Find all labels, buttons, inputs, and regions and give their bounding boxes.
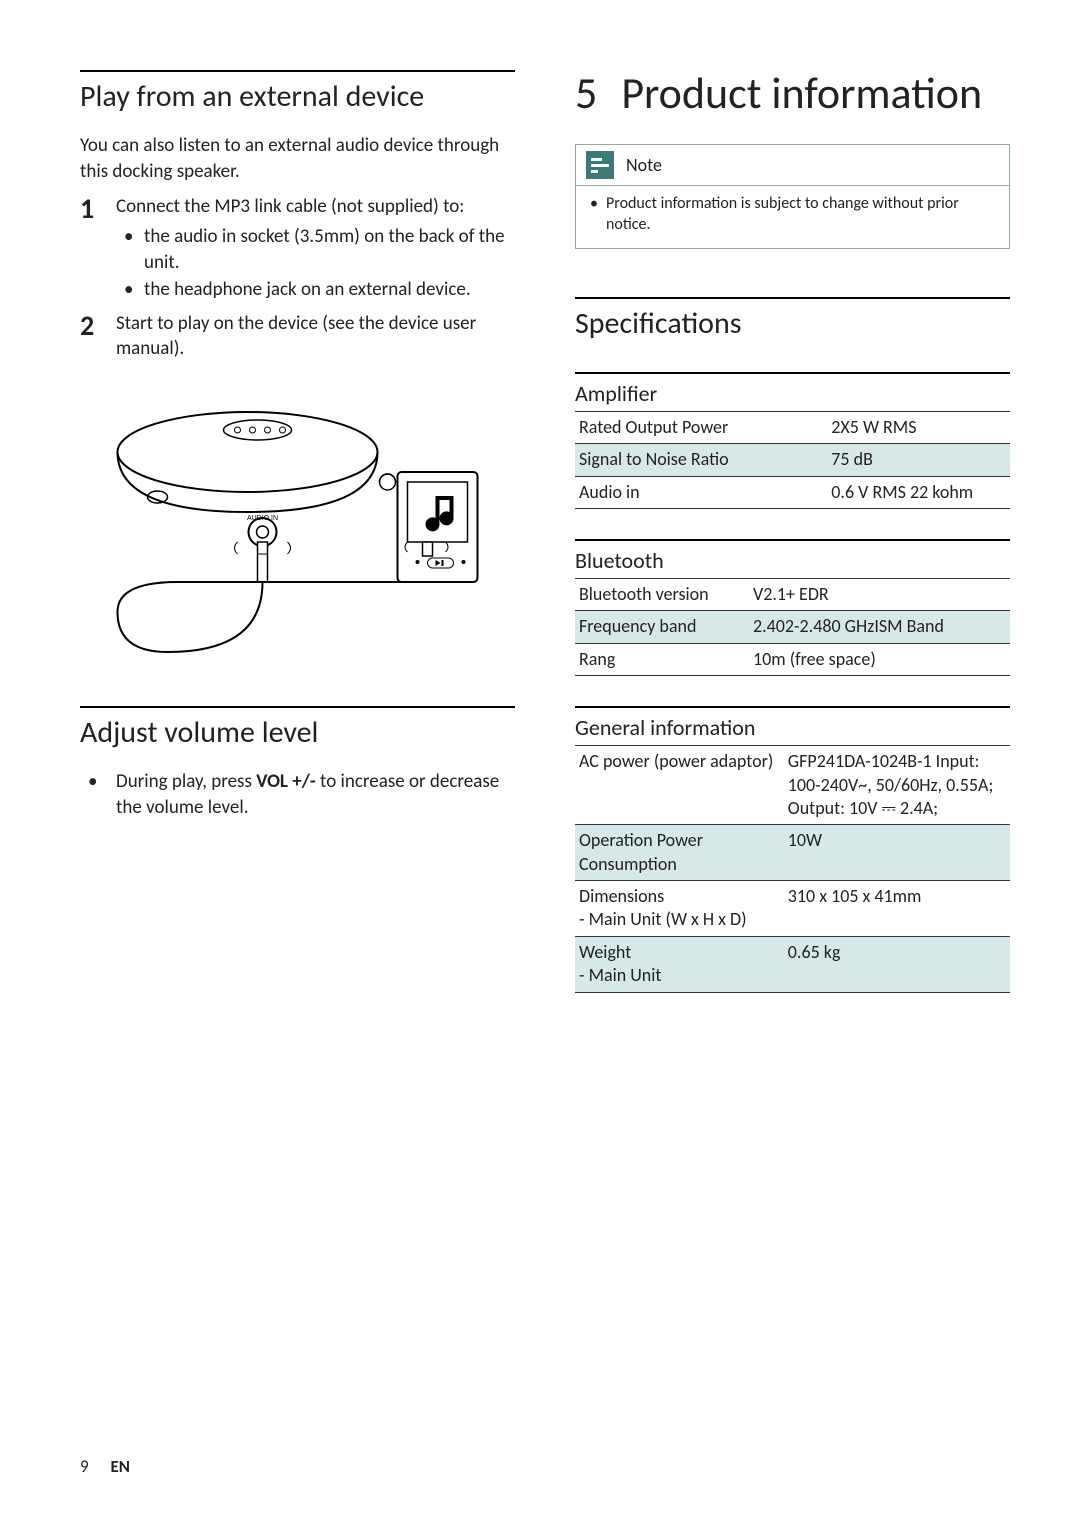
spec-group-title: General information	[575, 708, 1010, 745]
spec-label: Signal to Noise Ratio	[575, 444, 827, 476]
spec-value: 10m (free space)	[749, 643, 1010, 675]
note-title: Note	[626, 154, 662, 176]
spec-value: V2.1+ EDR	[749, 578, 1010, 610]
spec-table: Rated Output Power2X5 W RMSSignal to Noi…	[575, 411, 1010, 509]
vol-key-label: VOL +/-	[256, 770, 316, 793]
spec-label: Frequency band	[575, 611, 749, 643]
section-rule	[575, 297, 1010, 299]
spec-label: Dimensions - Main Unit (W x H x D)	[575, 881, 784, 937]
spec-row: Frequency band2.402-2.480 GHzISM Band	[575, 611, 1010, 643]
page-footer: 9 EN	[80, 1456, 130, 1477]
audio-in-label: AUDIO IN	[247, 515, 278, 522]
note-icon	[586, 151, 614, 179]
connection-illustration: AUDIO IN	[80, 382, 515, 672]
step-1: Connect the MP3 link cable (not supplied…	[80, 194, 515, 303]
note-box: Note Product information is subject to c…	[575, 144, 1010, 249]
spec-row: Operation Power Consumption10W	[575, 825, 1010, 881]
spec-value: 0.6 V RMS 22 kohm	[827, 476, 1010, 508]
specifications-title: Specifications	[575, 305, 1010, 342]
spec-value: 2.402-2.480 GHzISM Band	[749, 611, 1010, 643]
spec-value: 2X5 W RMS	[827, 411, 1010, 443]
chapter-title-text: Product information	[621, 66, 982, 120]
sub-bullet: the audio in socket (3.5mm) on the back …	[116, 224, 515, 275]
spec-row: Dimensions - Main Unit (W x H x D)310 x …	[575, 881, 1010, 937]
spec-label: Operation Power Consumption	[575, 825, 784, 881]
spec-row: Audio in0.6 V RMS 22 kohm	[575, 476, 1010, 508]
step-2: Start to play on the device (see the dev…	[80, 311, 515, 362]
section-rule	[80, 706, 515, 708]
chapter-number: 5	[575, 66, 597, 120]
spec-group: AmplifierRated Output Power2X5 W RMSSign…	[575, 372, 1010, 509]
spec-group: General informationAC power (power adapt…	[575, 706, 1010, 993]
audio-in-diagram-icon: AUDIO IN	[80, 382, 515, 672]
spec-value: GFP241DA-1024B-1 Input: 100-240V~, 50/60…	[784, 746, 1010, 825]
section-title-play-external: Play from an external device	[80, 78, 515, 115]
spec-label: Rated Output Power	[575, 411, 827, 443]
spec-row: Rated Output Power2X5 W RMS	[575, 411, 1010, 443]
spec-value: 10W	[784, 825, 1010, 881]
spec-label: AC power (power adaptor)	[575, 746, 784, 825]
sub-bullet: the headphone jack on an external device…	[116, 277, 515, 303]
footer-language: EN	[110, 1456, 130, 1477]
step-text: Connect the MP3 link cable (not supplied…	[116, 195, 464, 218]
page-number: 9	[80, 1456, 89, 1477]
steps-list: Connect the MP3 link cable (not supplied…	[80, 194, 515, 362]
text-prefix: During play, press	[116, 770, 256, 793]
volume-bullet-list: During play, press VOL +/- to increase o…	[80, 769, 515, 820]
note-body: Product information is subject to change…	[576, 185, 1009, 248]
section-rule	[80, 70, 515, 72]
chapter-heading: 5Product information	[575, 70, 1010, 116]
note-header: Note	[576, 145, 1009, 185]
spec-row: Signal to Noise Ratio75 dB	[575, 444, 1010, 476]
spec-groups: AmplifierRated Output Power2X5 W RMSSign…	[575, 372, 1010, 993]
intro-paragraph: You can also listen to an external audio…	[80, 133, 515, 184]
spec-row: Rang10m (free space)	[575, 643, 1010, 675]
spec-value: 75 dB	[827, 444, 1010, 476]
spec-row: Weight - Main Unit0.65 kg	[575, 936, 1010, 992]
spec-label: Audio in	[575, 476, 827, 508]
spec-row: AC power (power adaptor)GFP241DA-1024B-1…	[575, 746, 1010, 825]
spec-value: 310 x 105 x 41mm	[784, 881, 1010, 937]
spec-value: 0.65 kg	[784, 936, 1010, 992]
section-title-volume: Adjust volume level	[80, 714, 515, 751]
spec-row: Bluetooth versionV2.1+ EDR	[575, 578, 1010, 610]
left-column: Play from an external device You can als…	[80, 70, 515, 993]
spec-group: BluetoothBluetooth versionV2.1+ EDRFrequ…	[575, 539, 1010, 676]
spec-group-title: Bluetooth	[575, 541, 1010, 578]
spec-table: AC power (power adaptor)GFP241DA-1024B-1…	[575, 745, 1010, 993]
right-column: 5Product information Note Product inform…	[575, 70, 1010, 993]
spec-label: Bluetooth version	[575, 578, 749, 610]
spec-table: Bluetooth versionV2.1+ EDRFrequency band…	[575, 578, 1010, 676]
spec-label: Weight - Main Unit	[575, 936, 784, 992]
volume-bullet: During play, press VOL +/- to increase o…	[80, 769, 515, 820]
step-text: Start to play on the device (see the dev…	[116, 312, 476, 361]
spec-label: Rang	[575, 643, 749, 675]
step-1-subitems: the audio in socket (3.5mm) on the back …	[116, 224, 515, 303]
spec-group-title: Amplifier	[575, 374, 1010, 411]
